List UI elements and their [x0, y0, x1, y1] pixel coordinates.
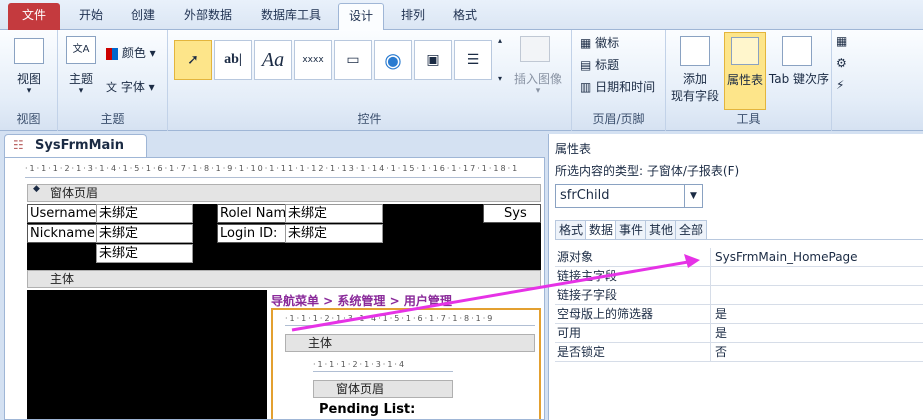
arrow-line [291, 260, 689, 332]
annotation-arrow [291, 254, 700, 332]
arrow-head [684, 254, 700, 268]
